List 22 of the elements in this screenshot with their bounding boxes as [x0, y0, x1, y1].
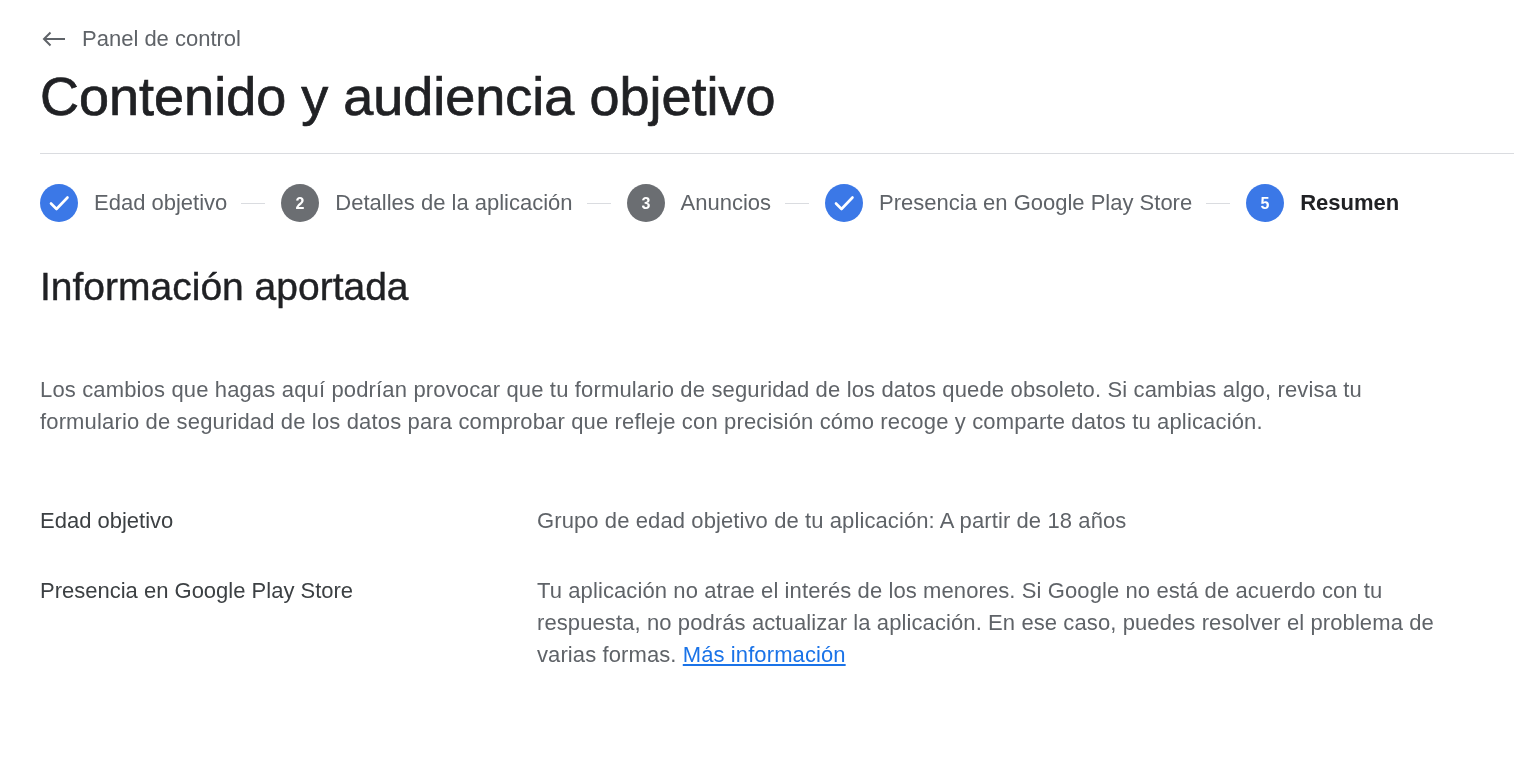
- step-label[interactable]: Anuncios: [680, 189, 772, 217]
- row-label: Presencia en Google Play Store: [40, 577, 355, 605]
- step-number: 3: [626, 184, 665, 222]
- step-label[interactable]: Detalles de la aplicación: [335, 189, 573, 217]
- back-arrow-icon: [42, 31, 66, 47]
- step-number: 2: [281, 184, 320, 222]
- step-number: 5: [1246, 184, 1285, 222]
- row-value: Tu aplicación no atrae el interés de los menores. Si Google no está de acuerdo con tu respuesta, no podrás actualizar la aplicación. En ese caso, puedes resolver el problema de varias formas. Más información: [537, 577, 1435, 669]
- step-label[interactable]: Edad objetivo: [94, 189, 228, 217]
- row-value: Grupo de edad objetivo de tu aplicación: A partir de 18 años: [537, 507, 1128, 535]
- step-connector: [241, 202, 266, 204]
- step-connector: [1206, 202, 1231, 204]
- page-title: Contenido y audiencia objetivo: [40, 66, 777, 126]
- row-label: Edad objetivo: [40, 507, 175, 535]
- step-connector: [586, 202, 611, 204]
- step-label[interactable]: Presencia en Google Play Store: [879, 189, 1193, 217]
- notice-text: Los cambios que hagas aquí podrían provocar que tu formulario de seguridad de los datos quede obsoleto. Si cambias algo, revisa tu formulario de seguridad de los datos para comprobar que refleje con precisión cómo recoge y comparte datos tu aplicación.: [40, 376, 1363, 436]
- more-info-link[interactable]: Más información: [682, 642, 846, 667]
- step-label[interactable]: Resumen: [1300, 189, 1400, 217]
- back-link[interactable]: Panel de control: [40, 24, 241, 54]
- step-connector: [785, 202, 810, 204]
- section-heading: Información aportada: [40, 265, 410, 309]
